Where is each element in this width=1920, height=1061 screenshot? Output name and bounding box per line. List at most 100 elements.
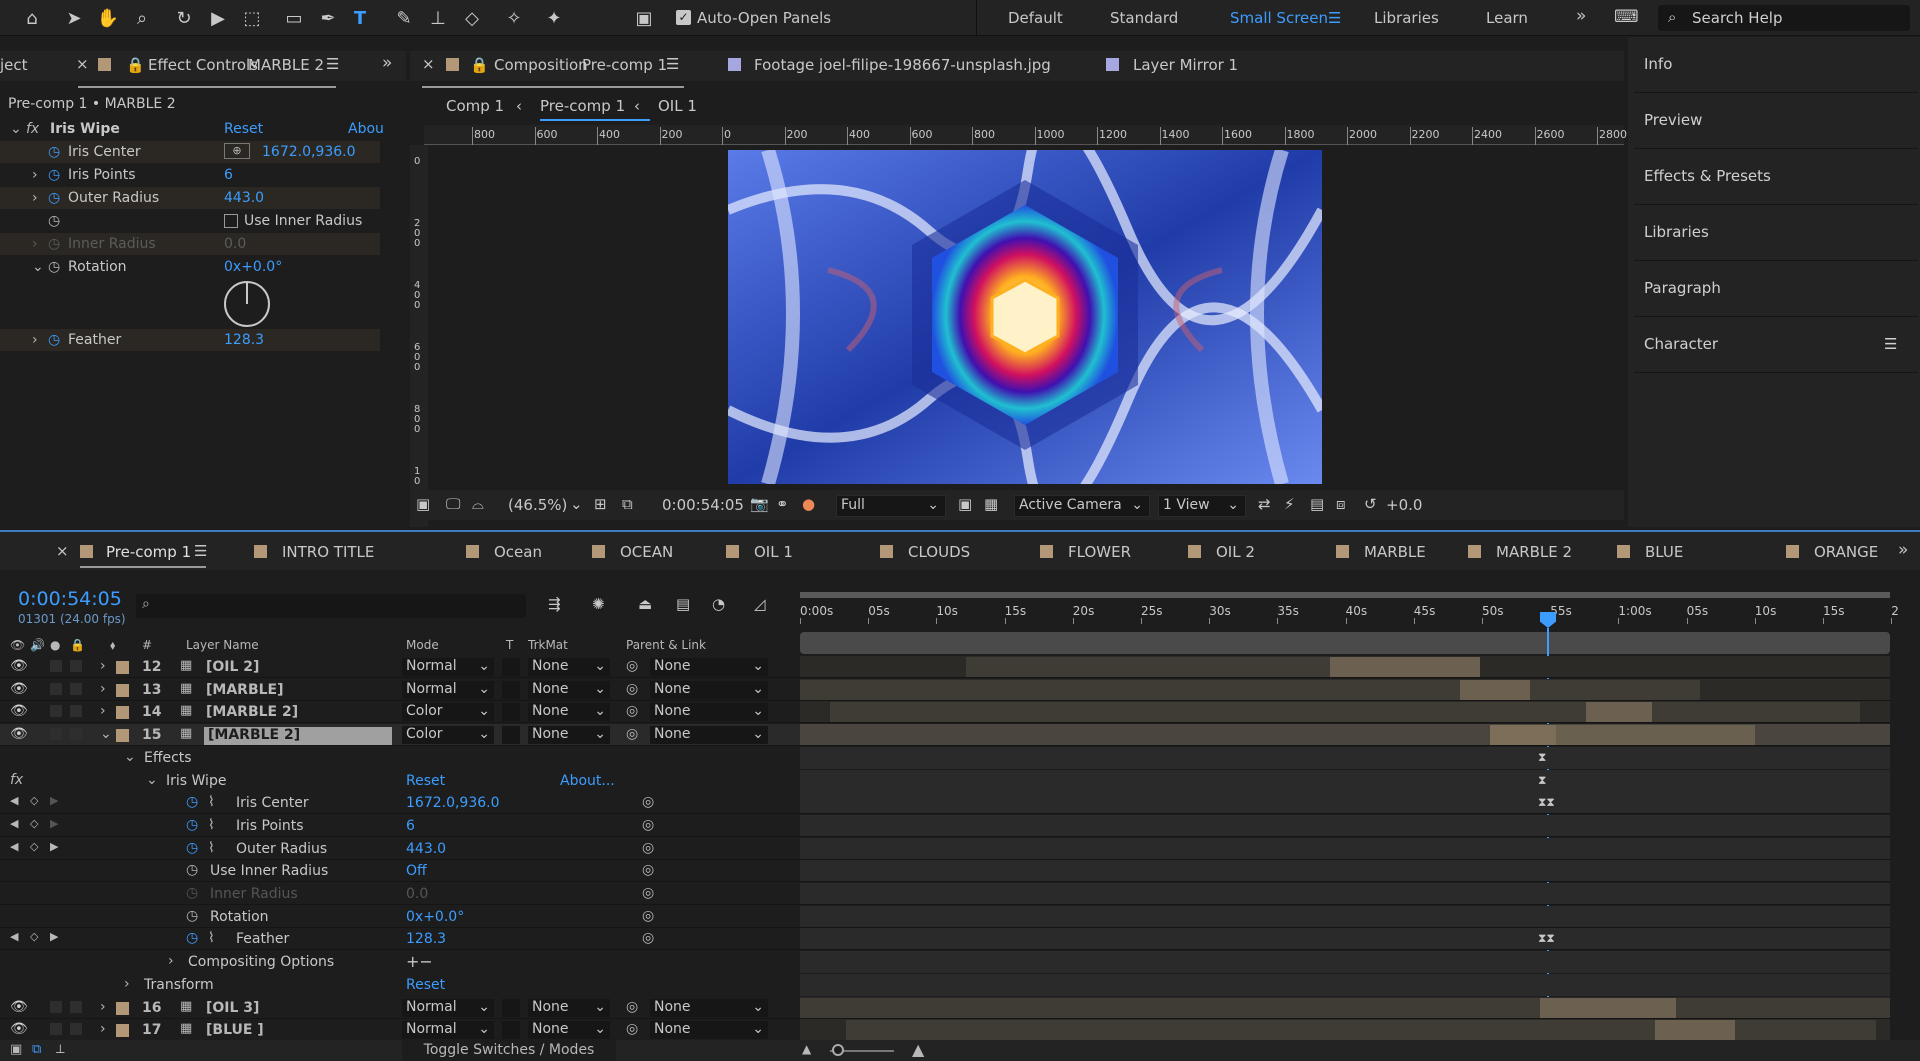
parent-dropdown[interactable]: None ⌄ bbox=[650, 680, 768, 699]
eye-icon[interactable]: 👁 bbox=[10, 999, 28, 1015]
eye-icon[interactable]: 👁 bbox=[10, 1021, 28, 1037]
parent-dropdown[interactable]: None ⌄ bbox=[650, 726, 768, 745]
puppet-tool-icon[interactable]: ✦ bbox=[540, 4, 568, 32]
brush-tool-icon[interactable]: ✎ bbox=[390, 4, 418, 32]
solo-toggle[interactable] bbox=[50, 1000, 62, 1013]
lock-toggle[interactable] bbox=[70, 660, 82, 672]
views-dropdown[interactable]: 1 View ⌄ bbox=[1158, 495, 1246, 517]
effect-controls-tab-label[interactable]: Effect Controls bbox=[148, 56, 258, 74]
layer-bar[interactable] bbox=[1460, 679, 1530, 700]
iris-wipe-effect-row[interactable]: fx ⌄ Iris Wipe Reset About... bbox=[0, 770, 800, 792]
parent-dropdown[interactable]: None ⌄ bbox=[650, 703, 768, 722]
character-panel[interactable]: Character ☰ bbox=[1634, 317, 1918, 373]
expression-pickwhip-icon[interactable]: ◎ bbox=[642, 908, 654, 924]
layer-switches-icon[interactable]: ▣ bbox=[10, 1042, 22, 1057]
home-icon[interactable]: ⌂ bbox=[18, 4, 46, 32]
expand-chevron-icon[interactable]: › bbox=[168, 953, 174, 969]
eye-icon[interactable]: 👁 bbox=[10, 681, 28, 697]
graph-icon[interactable]: ⌇ bbox=[208, 794, 215, 810]
layer-bar[interactable] bbox=[1540, 997, 1676, 1018]
expand-chevron-icon[interactable]: › bbox=[32, 190, 38, 206]
next-keyframe-icon[interactable]: ▶ bbox=[50, 817, 58, 830]
keyframe-marker[interactable]: ⧗⧗ bbox=[1538, 931, 1555, 946]
timeline-tab[interactable]: MARBLE 2 bbox=[1496, 543, 1572, 561]
eye-icon[interactable]: 👁 bbox=[10, 658, 28, 674]
hand-tool-icon[interactable]: ✋ bbox=[94, 4, 122, 32]
eye-icon[interactable]: 👁 bbox=[10, 703, 28, 719]
add-keyframe-icon[interactable]: ◇ bbox=[30, 817, 38, 830]
prev-keyframe-icon[interactable]: ◀ bbox=[10, 817, 18, 830]
preserve-transparency-toggle[interactable] bbox=[502, 1021, 520, 1040]
layer-name[interactable]: [MARBLE 2] bbox=[204, 727, 392, 746]
expand-chevron-icon[interactable]: › bbox=[100, 658, 106, 674]
parent-dropdown[interactable]: None ⌄ bbox=[650, 998, 768, 1017]
shy-layers-icon[interactable]: ⏏ bbox=[638, 595, 652, 613]
preserve-transparency-toggle[interactable] bbox=[502, 726, 520, 745]
toggle-view-icon[interactable]: ⇄ bbox=[1258, 495, 1271, 513]
snapshot-icon[interactable]: 📷 bbox=[750, 495, 769, 513]
timeline-tab[interactable]: CLOUDS bbox=[908, 543, 970, 561]
layer-bar[interactable] bbox=[800, 679, 1700, 700]
fx-icon[interactable]: fx bbox=[26, 121, 39, 137]
expression-pickwhip-icon[interactable]: ◎ bbox=[642, 794, 654, 810]
mode-dropdown[interactable]: Normal ⌄ bbox=[402, 998, 494, 1017]
stopwatch-icon[interactable]: ◷ bbox=[186, 817, 198, 833]
timeline-tab[interactable]: OIL 1 bbox=[754, 543, 793, 561]
next-keyframe-icon[interactable]: ▶ bbox=[50, 930, 58, 943]
transform-reset-button[interactable]: Reset bbox=[406, 977, 445, 993]
playhead-handle[interactable] bbox=[1540, 612, 1556, 628]
timeline-icon[interactable]: ▤ bbox=[1310, 495, 1324, 513]
footage-tab[interactable]: Footage joel-filipe-198667-unsplash.jpg bbox=[754, 56, 1051, 74]
trkmat-dropdown[interactable]: None ⌄ bbox=[528, 658, 610, 676]
keyframe-marker[interactable]: ⧗ bbox=[1538, 773, 1546, 788]
eye-icon[interactable]: 👁 bbox=[10, 726, 28, 742]
zoom-dropdown[interactable]: (46.5%) bbox=[508, 496, 567, 514]
crosshair-icon[interactable]: ⊕ bbox=[224, 143, 250, 159]
stopwatch-icon[interactable]: ◷ bbox=[186, 908, 198, 924]
preview-panel[interactable]: Preview bbox=[1634, 93, 1918, 149]
effect-controls-tab-layer[interactable]: MARBLE 2 bbox=[248, 56, 324, 74]
expand-chevron-icon[interactable]: ⌄ bbox=[32, 259, 44, 275]
breadcrumb-oil-1[interactable]: OIL 1 bbox=[658, 97, 697, 115]
add-remove-icon[interactable]: +− bbox=[406, 952, 433, 971]
zoom-chevron-icon[interactable]: ⌄ bbox=[570, 495, 583, 513]
preserve-transparency-toggle[interactable] bbox=[502, 703, 520, 722]
mode-dropdown[interactable]: Normal ⌄ bbox=[402, 1021, 494, 1040]
timeline-tab[interactable]: INTRO TITLE bbox=[282, 543, 374, 561]
always-preview-icon[interactable]: ▣ bbox=[416, 495, 430, 513]
layer-name-header[interactable]: Layer Name bbox=[186, 638, 259, 652]
layer-bar[interactable] bbox=[1330, 657, 1480, 677]
property-value[interactable]: 443.0 bbox=[406, 841, 446, 857]
expand-chevron-icon[interactable]: ⌄ bbox=[10, 121, 22, 137]
more-workspaces-icon[interactable]: » bbox=[1576, 6, 1586, 26]
solo-icon[interactable]: ● bbox=[50, 638, 60, 652]
layer-track[interactable] bbox=[800, 724, 1890, 747]
layer-row[interactable]: 👁 › 13 ▦ [MARBLE] Normal ⌄ None ⌄ ◎ None ⌄ bbox=[0, 679, 800, 701]
timeline-tab[interactable]: ORANGE bbox=[1814, 543, 1878, 561]
property-row[interactable]: ◀ ◇ ▶ ◷ ⌇ Outer Radius 443.0 ◎ bbox=[0, 838, 800, 860]
property-row[interactable]: ◷ Use Inner Radius Off ◎ bbox=[0, 860, 800, 883]
expand-chevron-icon[interactable]: › bbox=[100, 703, 106, 719]
resolution-dropdown[interactable]: Full ⌄ bbox=[836, 495, 946, 517]
preserve-transparency-toggle[interactable] bbox=[502, 680, 520, 699]
expand-chevron-icon[interactable]: › bbox=[100, 1021, 106, 1037]
ec-rotation-value[interactable]: 0x+0.0° bbox=[224, 259, 282, 275]
timeline-timecode[interactable]: 0:00:54:05 bbox=[18, 588, 122, 610]
preserve-transparency-toggle[interactable] bbox=[502, 998, 520, 1017]
ec-iris-center-value[interactable]: 1672.0,936.0 bbox=[262, 144, 356, 160]
pen-tool-icon[interactable]: ✒ bbox=[314, 4, 342, 32]
mode-dropdown[interactable]: Normal ⌄ bbox=[402, 658, 494, 676]
keyframe-marker[interactable]: ⧗⧗ bbox=[1538, 795, 1555, 810]
trkmat-dropdown[interactable]: None ⌄ bbox=[528, 726, 610, 745]
auto-open-panels-checkbox[interactable]: ✓ bbox=[676, 10, 691, 25]
paragraph-panel[interactable]: Paragraph bbox=[1634, 261, 1918, 317]
property-value[interactable]: 1672.0,936.0 bbox=[406, 795, 500, 811]
composition-tab-comp[interactable]: Pre-comp 1 bbox=[582, 56, 667, 74]
channel-icon[interactable]: ● bbox=[802, 495, 815, 513]
camera-tool-icon[interactable]: ▶ bbox=[204, 4, 232, 32]
panel-menu-icon[interactable]: ☰ bbox=[194, 542, 207, 560]
property-value[interactable]: 128.3 bbox=[406, 931, 446, 947]
work-area-bar[interactable] bbox=[800, 592, 1890, 598]
time-ruler[interactable]: 0:00s 05s 10s 15s 20s 25s 30s 35s 40s 45s 50s 55s 1:… bbox=[800, 602, 1899, 624]
mask-icon[interactable]: ⧉ bbox=[622, 495, 633, 513]
